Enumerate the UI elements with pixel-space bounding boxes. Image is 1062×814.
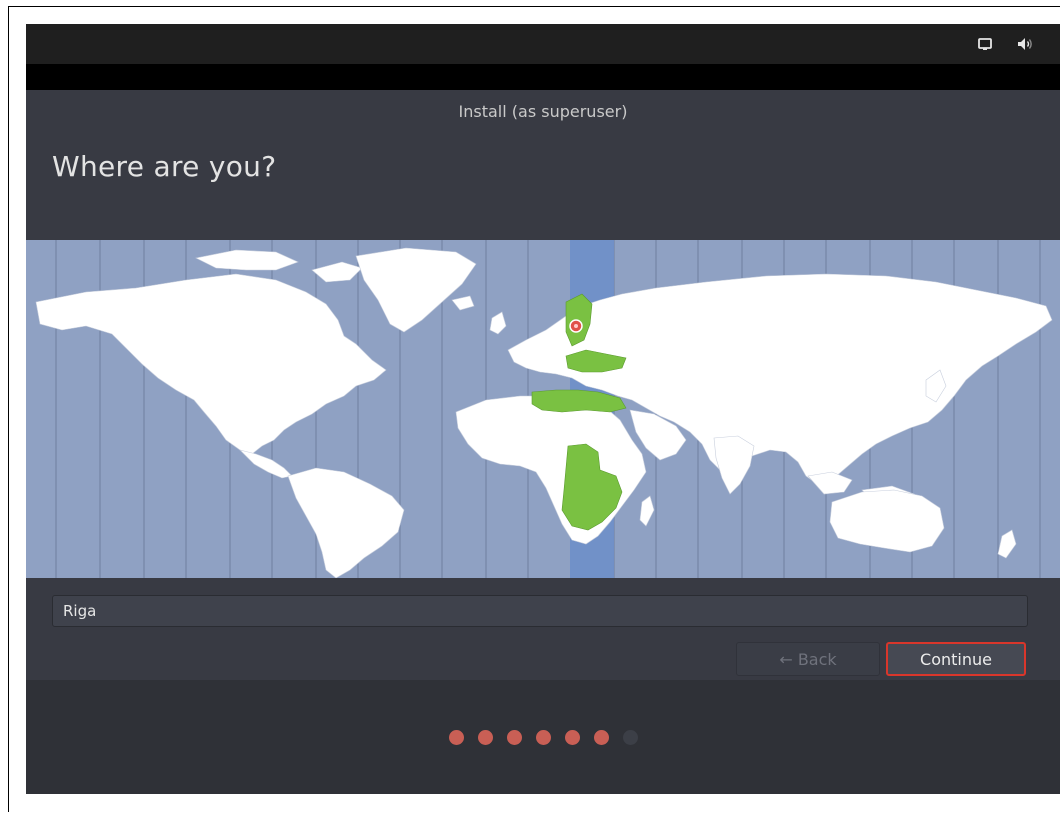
back-button[interactable]: ← Back (736, 642, 880, 676)
timezone-input[interactable] (52, 595, 1028, 627)
installer-window: Install (as superuser) Where are you? Ri… (26, 90, 1060, 680)
progress-dots (26, 730, 1060, 745)
desktop-screen: Install (as superuser) Where are you? Ri… (26, 24, 1060, 794)
top-panel (26, 24, 1060, 64)
page-heading: Where are you? (52, 150, 277, 183)
continue-button-label: Continue (920, 649, 992, 669)
panel-shadow (26, 64, 1060, 90)
progress-dot (506, 730, 522, 745)
progress-dot (593, 730, 609, 745)
progress-dot (535, 730, 551, 745)
back-button-label: ← Back (779, 649, 837, 669)
continue-button[interactable]: Continue (886, 642, 1026, 676)
progress-dot (448, 730, 464, 745)
timezone-map[interactable] (26, 240, 1060, 578)
progress-dot (564, 730, 580, 745)
location-pin-icon[interactable] (569, 319, 583, 333)
progress-dot (477, 730, 493, 745)
landmasses (35, 247, 1053, 578)
progress-dot (622, 730, 638, 745)
window-title: Install (as superuser) (458, 102, 628, 121)
volume-icon[interactable] (1016, 35, 1034, 53)
installer-footer (26, 680, 1060, 794)
world-map[interactable] (26, 240, 1060, 578)
display-icon[interactable] (976, 35, 994, 53)
